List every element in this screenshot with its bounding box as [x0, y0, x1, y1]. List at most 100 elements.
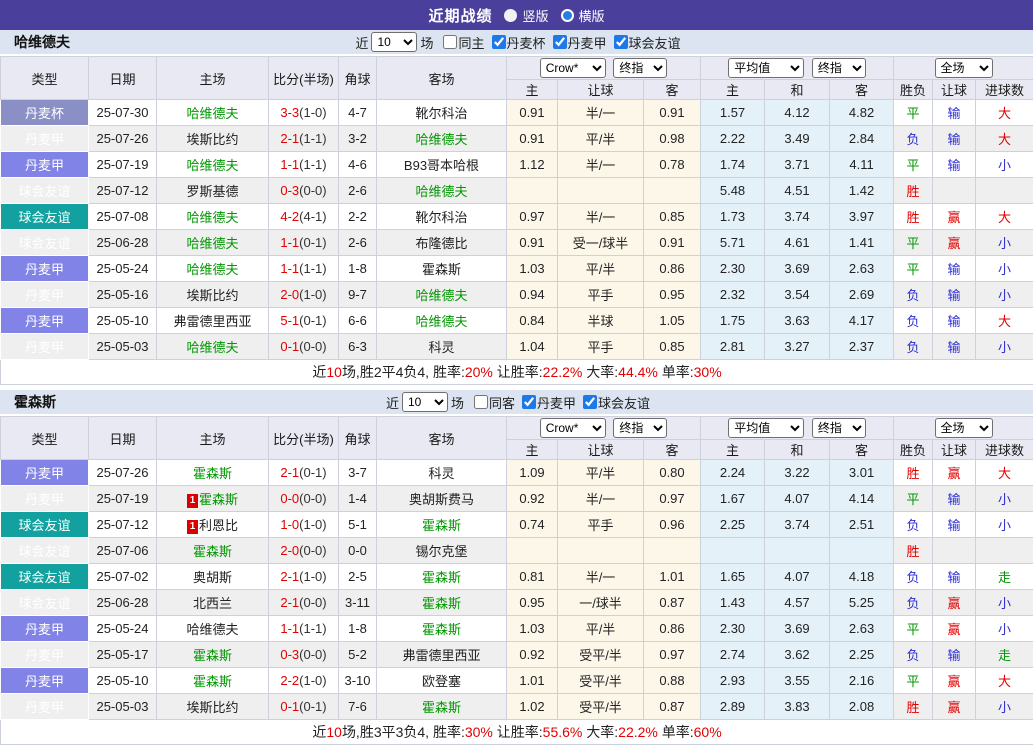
- match-date: 25-06-28: [89, 590, 157, 616]
- results-table-body: 丹麦杯25-07-30哈维德夫3-3(1-0)4-7靴尔科治0.91半/一0.9…: [1, 100, 1033, 360]
- away-team-link[interactable]: 哈维德夫: [415, 184, 467, 199]
- match-count-select[interactable]: 10: [371, 32, 417, 52]
- away-team-link[interactable]: 布隆德比: [415, 236, 467, 251]
- result-cell: 输: [933, 126, 976, 152]
- away-team-link[interactable]: 霍森斯: [422, 570, 461, 585]
- match-scope-select[interactable]: 全场: [935, 418, 993, 438]
- odds-time-select-2[interactable]: 终指: [812, 58, 866, 78]
- odds-time-select[interactable]: 终指: [613, 58, 667, 78]
- home-team-link[interactable]: 霍森斯: [193, 466, 232, 481]
- away-team-link[interactable]: 欧登塞: [422, 674, 461, 689]
- league-type-badge: 丹麦甲: [1, 334, 89, 360]
- match-date: 25-07-19: [89, 486, 157, 512]
- league-checkbox[interactable]: [614, 35, 628, 49]
- away-team-link[interactable]: 霍森斯: [422, 518, 461, 533]
- handicap-odds-cell: 0.74: [507, 512, 558, 538]
- league-filter-danish-cup[interactable]: 丹麦杯: [485, 33, 546, 52]
- home-team-link[interactable]: 埃斯比约: [186, 700, 238, 715]
- away-team-link[interactable]: B93哥本哈根: [404, 158, 479, 173]
- league-type-badge: 丹麦甲: [1, 256, 89, 282]
- same-venue-filter[interactable]: 同主: [436, 33, 484, 52]
- handicap-odds-cell: [507, 538, 558, 564]
- home-team-link[interactable]: 弗雷德里西亚: [173, 314, 251, 329]
- col-avg-away: 客: [830, 80, 894, 100]
- result-cell: 平: [894, 486, 933, 512]
- result-cell: 平: [894, 616, 933, 642]
- odds-time-select[interactable]: 终指: [613, 418, 667, 438]
- layout-radio-vertical[interactable]: 竖版: [504, 6, 548, 25]
- result-cell: 胜: [894, 460, 933, 486]
- away-team-link[interactable]: 锡尔克堡: [415, 544, 467, 559]
- away-team-cell: 欧登塞: [377, 668, 507, 694]
- away-team-link[interactable]: 霍森斯: [422, 262, 461, 277]
- home-team-link[interactable]: 哈维德夫: [186, 622, 238, 637]
- away-team-link[interactable]: 哈维德夫: [415, 314, 467, 329]
- average-odds-select[interactable]: 平均值: [728, 418, 804, 438]
- halftime-score: (0-0): [299, 595, 326, 610]
- league-checkbox[interactable]: [583, 395, 597, 409]
- away-team-link[interactable]: 霍森斯: [422, 622, 461, 637]
- league-filter-club-friendly[interactable]: 球会友谊: [576, 393, 650, 412]
- home-team-link[interactable]: 罗斯基德: [186, 184, 238, 199]
- league-filter-danish-first[interactable]: 丹麦甲: [546, 33, 607, 52]
- home-team-link[interactable]: 哈维德夫: [186, 106, 238, 121]
- home-team-link[interactable]: 哈维德夫: [186, 262, 238, 277]
- league-filter-danish-first[interactable]: 丹麦甲: [515, 393, 576, 412]
- home-team-link[interactable]: 哈维德夫: [186, 158, 238, 173]
- home-team-link[interactable]: 霍森斯: [199, 492, 238, 507]
- home-team-link[interactable]: 奥胡斯: [193, 570, 232, 585]
- away-team-link[interactable]: 哈维德夫: [415, 132, 467, 147]
- same-venue-checkbox[interactable]: [443, 35, 457, 49]
- away-team-link[interactable]: 霍森斯: [422, 596, 461, 611]
- handicap-odds-cell: 半/一: [558, 152, 644, 178]
- corner-score: 4-6: [339, 152, 377, 178]
- home-team-link[interactable]: 霍森斯: [193, 674, 232, 689]
- halftime-score: (1-1): [299, 621, 326, 636]
- away-team-link[interactable]: 科灵: [428, 466, 454, 481]
- away-team-link[interactable]: 科灵: [428, 340, 454, 355]
- away-team-link[interactable]: 霍森斯: [422, 700, 461, 715]
- league-checkbox[interactable]: [553, 35, 567, 49]
- home-team-link[interactable]: 北西兰: [193, 596, 232, 611]
- away-team-cell: 科灵: [377, 334, 507, 360]
- halftime-score: (1-1): [299, 261, 326, 276]
- home-team-link[interactable]: 霍森斯: [193, 648, 232, 663]
- away-team-link[interactable]: 靴尔科治: [415, 210, 467, 225]
- home-team-link[interactable]: 哈维德夫: [186, 340, 238, 355]
- average-odds-cell: 3.71: [765, 152, 830, 178]
- home-team-link[interactable]: 埃斯比约: [186, 288, 238, 303]
- away-team-link[interactable]: 奥胡斯费马: [409, 492, 474, 507]
- col-avg-away: 客: [830, 440, 894, 460]
- average-odds-cell: [830, 538, 894, 564]
- same-venue-checkbox[interactable]: [474, 395, 488, 409]
- home-team-link[interactable]: 利恩比: [199, 518, 238, 533]
- result-cell: 走: [976, 642, 1033, 668]
- league-filter-club-friendly[interactable]: 球会友谊: [607, 33, 681, 52]
- home-team-link[interactable]: 哈维德夫: [186, 210, 238, 225]
- layout-radio-horizontal[interactable]: 横版: [561, 6, 605, 25]
- result-cell: 输: [933, 642, 976, 668]
- result-cell: [933, 178, 976, 204]
- result-cell: 小: [976, 486, 1033, 512]
- average-odds-cell: 3.83: [765, 694, 830, 720]
- bookmaker-select[interactable]: Crow*: [540, 418, 606, 438]
- league-type-badge: 球会友谊: [1, 230, 89, 256]
- away-team-link[interactable]: 弗雷德里西亚: [402, 648, 480, 663]
- match-count-select[interactable]: 10: [402, 392, 448, 412]
- league-checkbox[interactable]: [522, 395, 536, 409]
- same-venue-filter[interactable]: 同客: [467, 393, 515, 412]
- league-checkbox[interactable]: [492, 35, 506, 49]
- bookmaker-select[interactable]: Crow*: [540, 58, 606, 78]
- home-team-link[interactable]: 埃斯比约: [186, 132, 238, 147]
- average-odds-select[interactable]: 平均值: [728, 58, 804, 78]
- average-odds-cell: 5.71: [701, 230, 765, 256]
- match-scope-select[interactable]: 全场: [935, 58, 993, 78]
- col-result-wdl: 胜负: [894, 440, 933, 460]
- away-team-link[interactable]: 哈维德夫: [415, 288, 467, 303]
- away-team-link[interactable]: 靴尔科治: [415, 106, 467, 121]
- result-cell: 负: [894, 590, 933, 616]
- home-team-link[interactable]: 哈维德夫: [186, 236, 238, 251]
- odds-time-select-2[interactable]: 终指: [812, 418, 866, 438]
- home-team-link[interactable]: 霍森斯: [193, 544, 232, 559]
- match-row: 丹麦甲25-05-16埃斯比约2-0(1-0)9-7哈维德夫0.94平手0.95…: [1, 282, 1033, 308]
